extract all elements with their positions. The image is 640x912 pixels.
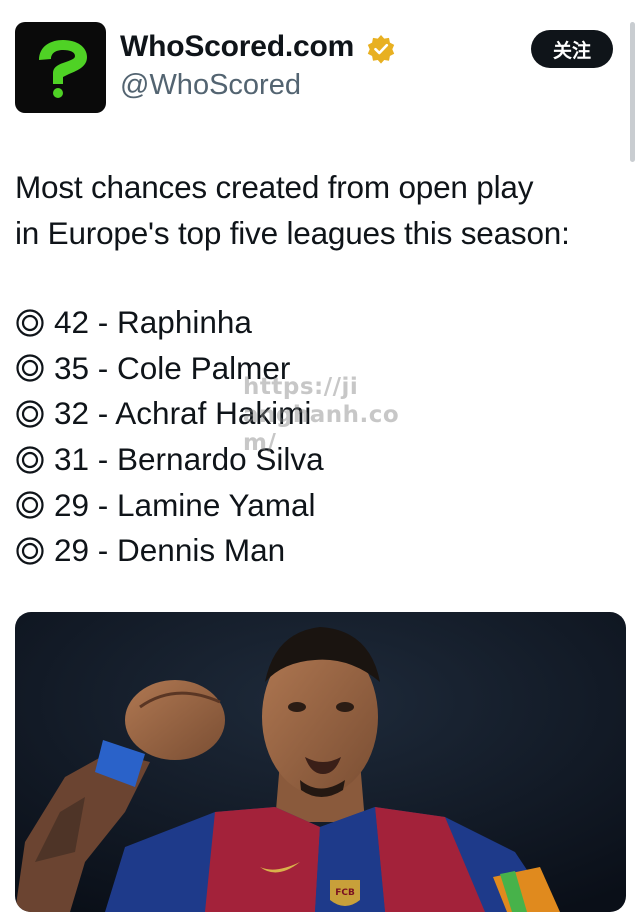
media-photo[interactable]: FCB	[15, 612, 626, 912]
scrollbar[interactable]	[630, 22, 635, 162]
ranking-entry: 42 - Raphinha	[54, 304, 252, 341]
tweet-text-line: Most chances created from open play	[15, 169, 534, 205]
watermark-line: anghanh.co	[243, 402, 400, 428]
list-item: 29 - Dennis Man	[15, 528, 324, 574]
bullseye-icon	[16, 445, 44, 474]
ranking-entry: 29 - Dennis Man	[54, 532, 286, 569]
verified-badge-icon	[367, 35, 395, 64]
ranking-entry: 29 - Lamine Yamal	[54, 486, 316, 523]
club-crest: FCB	[330, 880, 360, 906]
watermark-line: m/	[243, 430, 277, 456]
user-handle[interactable]: @WhoScored	[120, 69, 301, 102]
bullseye-icon	[16, 400, 44, 428]
tweet-text-line: in Europe's top five leagues this season…	[15, 215, 570, 251]
tweet-text: Most chances created from open play in E…	[15, 164, 635, 256]
bullseye-icon	[16, 537, 44, 565]
bullseye-icon	[16, 309, 44, 337]
bullseye-icon	[16, 491, 44, 519]
crest-label: FCB	[335, 888, 355, 898]
display-name[interactable]: WhoScored.com	[120, 30, 354, 64]
watermark-line: https://ji	[243, 374, 359, 400]
follow-button[interactable]: 关注	[531, 30, 613, 68]
list-item: 42 - Raphinha	[15, 300, 324, 346]
watermark: https://ji anghanh.co m/	[243, 373, 399, 457]
list-item: 29 - Lamine Yamal	[15, 482, 324, 528]
profile-avatar[interactable]	[15, 22, 106, 113]
player-photo: FCB	[15, 612, 626, 912]
question-mark-logo-icon	[38, 39, 87, 98]
bullseye-icon	[16, 354, 44, 382]
